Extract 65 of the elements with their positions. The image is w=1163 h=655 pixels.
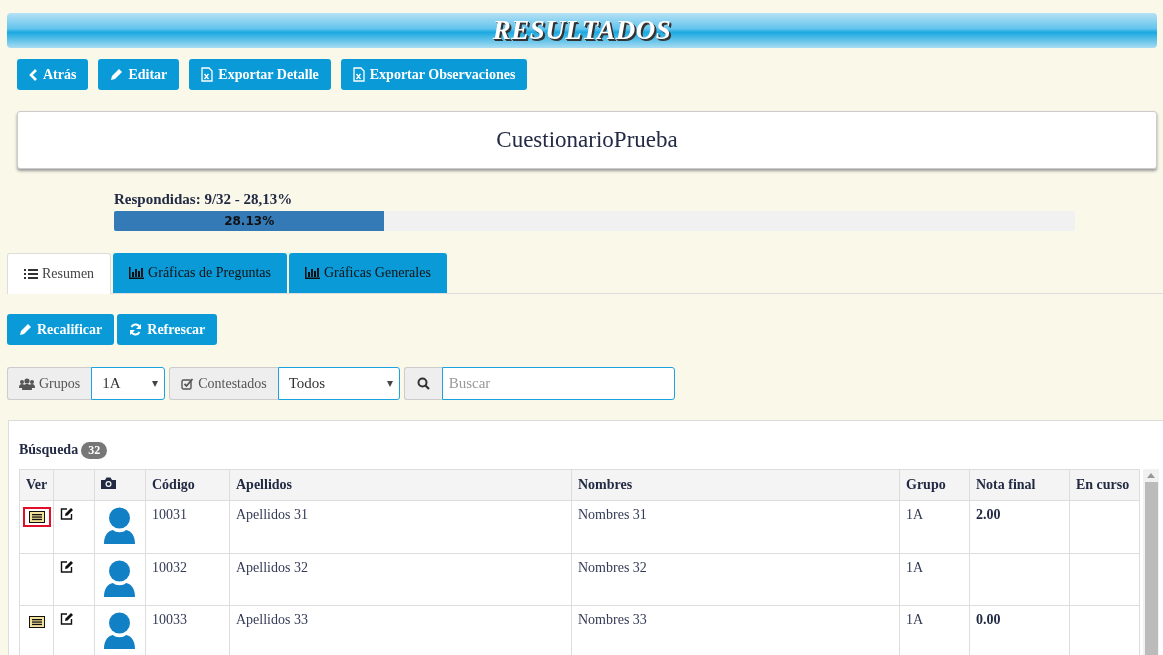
progress-label: Respondidas: 9/32 - 28,13% [114,191,294,209]
list-icon [24,268,38,280]
users-icon [19,377,35,390]
table-cell: 1A [906,507,924,522]
table-cell: 1A [906,559,924,575]
chevron-left-icon [29,68,38,81]
spreadsheet-file-icon [201,67,214,82]
groups-label: Grupos [7,367,92,400]
answered-select[interactable]: Todos [277,367,400,400]
camera-icon [101,477,116,489]
table-cell: Apellidos 33 [236,612,308,628]
quiz-title: CuestionarioPrueba [496,127,678,153]
column-header: En curso [1076,477,1130,492]
page-title: RESULTADOS [492,15,672,46]
column-header: Grupo [906,477,946,492]
tab[interactable]: Gráficas Generales [288,253,447,293]
table-cell: Apellidos 31 [236,507,308,522]
progress-reading: 28.13% [224,214,275,228]
export-button[interactable]: Exportar Observaciones [340,59,528,90]
tab[interactable]: Resumen [7,253,112,294]
edit-icon[interactable] [60,507,74,520]
regrade-button[interactable]: Recalificar [7,314,115,345]
column-header: Apellidos [236,477,292,492]
checkbox-icon [181,377,195,390]
table-cell: 10032 [152,559,187,575]
list-card-icon[interactable] [29,511,45,523]
dropdown-caret-icon [152,381,159,387]
table-cell: 2.00 [976,507,1001,522]
spreadsheet-file-icon [352,67,365,82]
column-header: Nombres [578,477,633,492]
export-button[interactable]: Exportar Detalle [189,59,331,90]
table-cell: Nombres 33 [578,612,647,628]
pencil-icon [19,323,32,336]
refresh-icon [129,323,143,336]
group-select[interactable]: 1A [91,367,166,400]
back-button[interactable]: Atrás [17,59,89,90]
table-cell: 10033 [152,612,187,628]
avatar-icon [104,559,135,597]
edit-icon[interactable] [60,559,74,573]
avatar-icon [104,507,135,544]
table-cell: 0.00 [976,612,1001,628]
table-cell: 1A [906,612,924,628]
table-cell: Apellidos 32 [236,559,308,575]
table-cell: 10031 [152,507,187,522]
list-card-icon[interactable] [29,616,45,629]
column-header: Código [152,477,195,492]
bar-chart-icon [304,267,320,279]
scrollbar[interactable] [1143,469,1159,655]
edit-icon[interactable] [60,612,74,626]
count-badge: 32 [81,441,108,459]
refresh-button[interactable]: Refrescar [117,314,218,345]
edit-button[interactable]: Editar [98,59,180,90]
tab[interactable]: Gráficas de Preguntas [113,253,287,293]
search-field[interactable]: Buscar [441,367,675,400]
table-cell: Nombres 32 [578,559,647,575]
results-title: Búsqueda [19,442,79,458]
table-cell: Nombres 31 [578,507,647,522]
bar-chart-icon [129,267,145,279]
dropdown-caret-icon [386,381,393,387]
column-header: Nota final [976,477,1036,492]
search-icon [416,377,430,390]
avatar-icon [104,612,135,650]
column-header: Ver [26,477,48,492]
answered-label: Contestados [169,367,278,400]
pencil-icon [110,68,124,81]
